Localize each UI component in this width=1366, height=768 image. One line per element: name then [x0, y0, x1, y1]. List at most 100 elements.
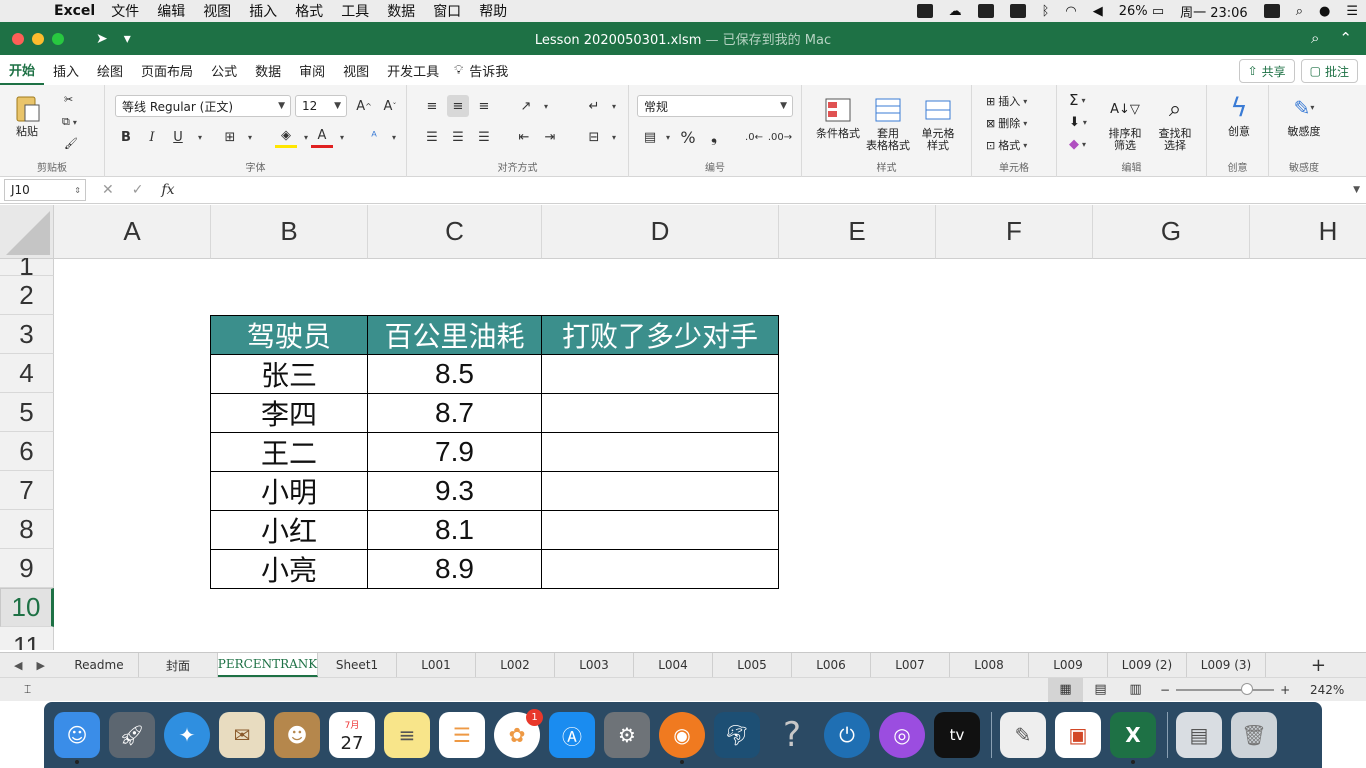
trash-icon[interactable]: 🗑︎: [1231, 712, 1277, 758]
column-header[interactable]: H: [1250, 205, 1366, 259]
column-header[interactable]: D: [542, 205, 779, 259]
column-header[interactable]: G: [1093, 205, 1250, 259]
merge-center-icon[interactable]: ⊟: [583, 126, 605, 148]
orientation-dropdown-icon[interactable]: ▾: [535, 95, 557, 117]
find-select-button[interactable]: ⌕ 查找和 选择: [1153, 95, 1197, 152]
notification-center-icon[interactable]: ☰: [1346, 4, 1358, 19]
row-header[interactable]: 9: [0, 549, 54, 588]
search-icon[interactable]: ⌕: [1311, 29, 1319, 47]
ribbon-toggle-icon[interactable]: ⌃: [1339, 29, 1352, 47]
next-sheet-icon[interactable]: ▶: [36, 659, 44, 672]
sheet-tab[interactable]: L005: [713, 653, 792, 677]
delete-cells-button[interactable]: ⊠ 删除 ▾: [986, 115, 1027, 131]
decrease-decimal-icon[interactable]: .00→: [768, 126, 792, 148]
font-color-dropdown-icon[interactable]: ▾: [331, 126, 353, 148]
table-cell[interactable]: 8.7: [368, 394, 542, 433]
table-cell[interactable]: [542, 394, 779, 433]
row-header[interactable]: 8: [0, 510, 54, 549]
wrap-dropdown-icon[interactable]: ▾: [603, 95, 625, 117]
tab-insert[interactable]: 插入: [44, 55, 88, 85]
tab-data[interactable]: 数据: [246, 55, 290, 85]
clock[interactable]: 周一 23:06: [1180, 2, 1248, 21]
align-right-icon[interactable]: ☰: [473, 126, 495, 148]
sheet-tab[interactable]: L006: [792, 653, 871, 677]
system-preferences-icon[interactable]: ⚙: [604, 712, 650, 758]
fill-icon[interactable]: ⬇ ▾: [1069, 115, 1087, 130]
italic-button[interactable]: I: [141, 126, 163, 148]
tell-me[interactable]: 💡︎ 告诉我: [454, 61, 508, 80]
sheet-tab[interactable]: L008: [950, 653, 1029, 677]
select-all-button[interactable]: [0, 205, 54, 259]
menu-data[interactable]: 数据: [387, 1, 415, 21]
copy-icon[interactable]: ⧉ ▾: [62, 115, 77, 129]
sheet-tab-active[interactable]: PERCENTRANK: [218, 653, 318, 677]
column-header[interactable]: F: [936, 205, 1093, 259]
creative-button[interactable]: ϟ 创意: [1221, 93, 1257, 138]
tab-review[interactable]: 审阅: [290, 55, 334, 85]
sheet-tab[interactable]: L003: [555, 653, 634, 677]
insert-cells-button[interactable]: ⊞ 插入 ▾: [986, 93, 1027, 109]
row-header[interactable]: 3: [0, 315, 54, 354]
underline-dropdown-icon[interactable]: ▾: [189, 126, 211, 148]
zoom-in-button[interactable]: +: [1280, 683, 1290, 697]
share-button[interactable]: ⇧ 共享: [1238, 59, 1295, 83]
merge-dropdown-icon[interactable]: ▾: [603, 126, 625, 148]
sheet-tab[interactable]: L009: [1029, 653, 1108, 677]
table-cell[interactable]: [542, 550, 779, 589]
reminders-icon[interactable]: ☰: [439, 712, 485, 758]
tab-view[interactable]: 视图: [334, 55, 378, 85]
safari-icon[interactable]: ✦: [164, 712, 210, 758]
row-header[interactable]: 11: [0, 627, 54, 650]
comments-button[interactable]: ▢ 批注: [1300, 59, 1358, 83]
podcasts-icon[interactable]: ◎: [879, 712, 925, 758]
question-mark-icon[interactable]: ?: [769, 712, 815, 758]
sheet-tab[interactable]: L001: [397, 653, 476, 677]
table-cell[interactable]: [542, 472, 779, 511]
sheet-tab[interactable]: L009 (3): [1187, 653, 1266, 677]
number-format-select[interactable]: 常规 ▼: [637, 95, 793, 117]
menu-help[interactable]: 帮助: [479, 1, 507, 21]
launchpad-icon[interactable]: 🚀︎: [109, 712, 155, 758]
zoom-slider-knob[interactable]: [1240, 682, 1253, 695]
table-cell[interactable]: 小亮: [211, 550, 368, 589]
cloud-icon[interactable]: ☁: [949, 4, 962, 19]
menu-window[interactable]: 窗口: [433, 1, 461, 21]
font-size-select[interactable]: 12 ▼: [295, 95, 347, 117]
app-store-icon[interactable]: Ⓐ: [549, 712, 595, 758]
orientation-icon[interactable]: ↗: [515, 95, 537, 117]
autosum-icon[interactable]: Σ ▾: [1069, 91, 1086, 109]
menu-insert[interactable]: 插入: [249, 1, 277, 21]
fill-color-icon[interactable]: ◈: [275, 126, 297, 148]
tab-home[interactable]: 开始: [0, 55, 45, 85]
contacts-icon[interactable]: ☻: [274, 712, 320, 758]
format-cells-button[interactable]: ⊡ 格式 ▾: [986, 137, 1027, 153]
row-header[interactable]: 6: [0, 432, 54, 471]
mail-icon[interactable]: ✉: [219, 712, 265, 758]
expand-formula-icon[interactable]: ▼: [1353, 185, 1360, 195]
cancel-icon[interactable]: ✕: [102, 182, 114, 198]
row-header[interactable]: 2: [0, 276, 54, 315]
spotlight-icon[interactable]: ⌕: [1296, 4, 1303, 19]
apple-tv-icon[interactable]: tv: [934, 712, 980, 758]
increase-font-icon[interactable]: A ^: [353, 95, 375, 117]
menu-format[interactable]: 格式: [295, 1, 323, 21]
accounting-dropdown-icon[interactable]: ▾: [657, 126, 679, 148]
table-cell[interactable]: 张三: [211, 355, 368, 394]
tab-draw[interactable]: 绘图: [88, 55, 132, 85]
table-cell[interactable]: 8.9: [368, 550, 542, 589]
sheet-tab[interactable]: L009 (2): [1108, 653, 1187, 677]
tab-page-layout[interactable]: 页面布局: [132, 55, 202, 85]
siri-icon[interactable]: ●: [1319, 4, 1330, 19]
table-cell[interactable]: [542, 433, 779, 472]
table-cell[interactable]: 小明: [211, 472, 368, 511]
battery-status[interactable]: 26% ▭: [1119, 4, 1164, 19]
wrap-text-icon[interactable]: ↵: [583, 95, 605, 117]
decrease-indent-icon[interactable]: ⇤: [513, 126, 535, 148]
sheet-tab[interactable]: Readme: [60, 653, 139, 677]
align-top-icon[interactable]: ≡: [421, 95, 443, 117]
notes-icon[interactable]: ≡: [384, 712, 430, 758]
sheet-tab[interactable]: L007: [871, 653, 950, 677]
table-cell[interactable]: [542, 511, 779, 550]
conditional-formatting-button[interactable]: 条件格式: [814, 95, 862, 140]
font-color-icon[interactable]: A: [311, 126, 333, 148]
